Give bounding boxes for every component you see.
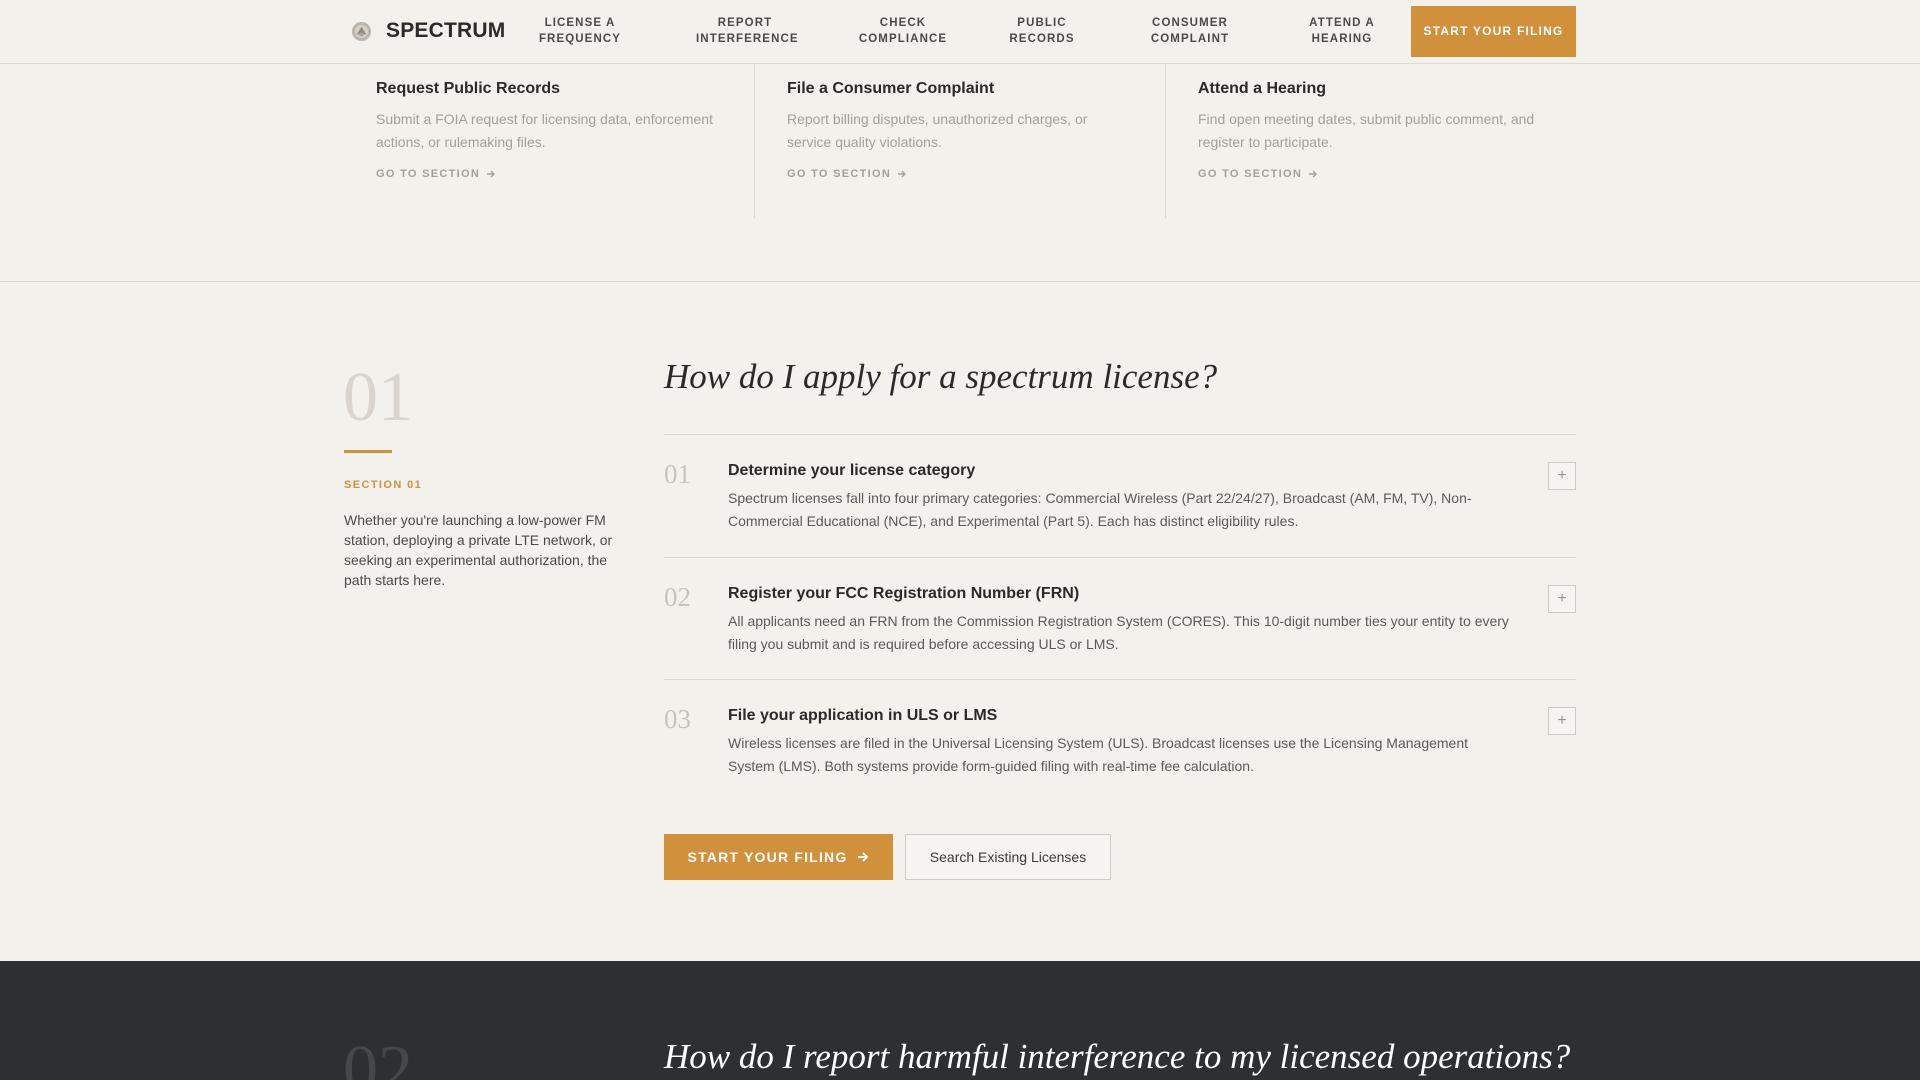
card-public-records: Request Public Records Submit a FOIA req… bbox=[344, 64, 755, 218]
nav-report-interference[interactable]: REPORT INTERFERENCE bbox=[696, 15, 798, 47]
header-start-filing-button[interactable]: START YOUR FILING bbox=[1411, 6, 1576, 57]
step-number: 03 bbox=[664, 704, 691, 734]
step-title: File your application in ULS or LMS bbox=[728, 707, 998, 724]
nav-check-compliance[interactable]: CHECK COMPLIANCE bbox=[856, 15, 950, 47]
expand-step-button[interactable]: + bbox=[1548, 462, 1576, 490]
card-link-go-to-section[interactable]: GO TO SECTION bbox=[1198, 168, 1318, 180]
step-description: Spectrum licenses fall into four primary… bbox=[728, 490, 1472, 529]
section-number: 02 bbox=[343, 1032, 413, 1080]
card-title: Request Public Records bbox=[376, 80, 561, 97]
plus-icon: + bbox=[1557, 467, 1567, 484]
expand-step-button[interactable]: + bbox=[1548, 707, 1576, 735]
card-description: Submit a FOIA request for licensing data… bbox=[376, 111, 713, 150]
card-link-label: GO TO SECTION bbox=[787, 168, 892, 180]
card-consumer-complaint: File a Consumer Complaint Report billing… bbox=[755, 64, 1166, 218]
plus-icon: + bbox=[1557, 712, 1567, 729]
card-link-label: GO TO SECTION bbox=[1198, 168, 1303, 180]
seal-icon bbox=[351, 21, 372, 41]
brand-name: SPECTRUM bbox=[386, 19, 506, 42]
card-link-go-to-section[interactable]: GO TO SECTION bbox=[376, 168, 496, 180]
arrow-right-icon bbox=[1309, 170, 1318, 178]
card-title: Attend a Hearing bbox=[1198, 80, 1327, 97]
step-description: All applicants need an FRN from the Comm… bbox=[728, 613, 1509, 652]
section-accent-rule bbox=[344, 450, 392, 453]
step-item: 01 Determine your license category Spect… bbox=[664, 434, 1576, 557]
nav-attend-hearing[interactable]: ATTEND A HEARING bbox=[1306, 15, 1378, 47]
card-link-go-to-section[interactable]: GO TO SECTION bbox=[787, 168, 907, 180]
step-item: 03 File your application in ULS or LMS W… bbox=[664, 679, 1576, 801]
step-number: 02 bbox=[664, 582, 691, 612]
section-title: How do I apply for a spectrum license? bbox=[664, 357, 1218, 396]
section-title: How do I report harmful interference to … bbox=[664, 1037, 1571, 1076]
section-number: 01 bbox=[343, 359, 413, 436]
section-intro: Whether you're launching a low-power FM … bbox=[344, 512, 613, 588]
arrow-right-icon bbox=[487, 170, 496, 178]
search-licenses-button[interactable]: Search Existing Licenses bbox=[905, 834, 1111, 880]
nav-public-records[interactable]: PUBLIC RECORDS bbox=[1006, 15, 1078, 47]
card-attend-hearing: Attend a Hearing Find open meeting dates… bbox=[1166, 64, 1577, 218]
expand-step-button[interactable]: + bbox=[1548, 585, 1576, 613]
arrow-right-icon bbox=[898, 170, 907, 178]
start-filing-label: START YOUR FILING bbox=[687, 849, 848, 865]
step-number: 01 bbox=[664, 459, 691, 489]
nav-license-frequency[interactable]: LICENSE A FREQUENCY bbox=[538, 15, 622, 47]
card-link-label: GO TO SECTION bbox=[376, 168, 481, 180]
brand-logo-link[interactable]: SPECTRUM bbox=[351, 19, 505, 43]
card-description: Report billing disputes, unauthorized ch… bbox=[787, 111, 1088, 150]
card-title: File a Consumer Complaint bbox=[787, 80, 995, 97]
step-description: Wireless licenses are filed in the Unive… bbox=[728, 735, 1469, 774]
section-label: SECTION 01 bbox=[344, 479, 423, 491]
section-02-band: 02 How do I report harmful interference … bbox=[0, 961, 1920, 1080]
nav-consumer-complaint[interactable]: CONSUMER COMPLAINT bbox=[1146, 15, 1234, 47]
arrow-right-icon bbox=[858, 852, 869, 862]
step-item: 02 Register your FCC Registration Number… bbox=[664, 557, 1576, 679]
step-title: Register your FCC Registration Number (F… bbox=[728, 585, 1080, 602]
step-title: Determine your license category bbox=[728, 462, 976, 479]
start-filing-button[interactable]: START YOUR FILING bbox=[664, 834, 893, 880]
card-description: Find open meeting dates, submit public c… bbox=[1198, 111, 1535, 150]
section-divider bbox=[0, 281, 1920, 282]
plus-icon: + bbox=[1557, 590, 1567, 607]
site-header: SPECTRUM LICENSE A FREQUENCY REPORT INTE… bbox=[0, 0, 1920, 64]
